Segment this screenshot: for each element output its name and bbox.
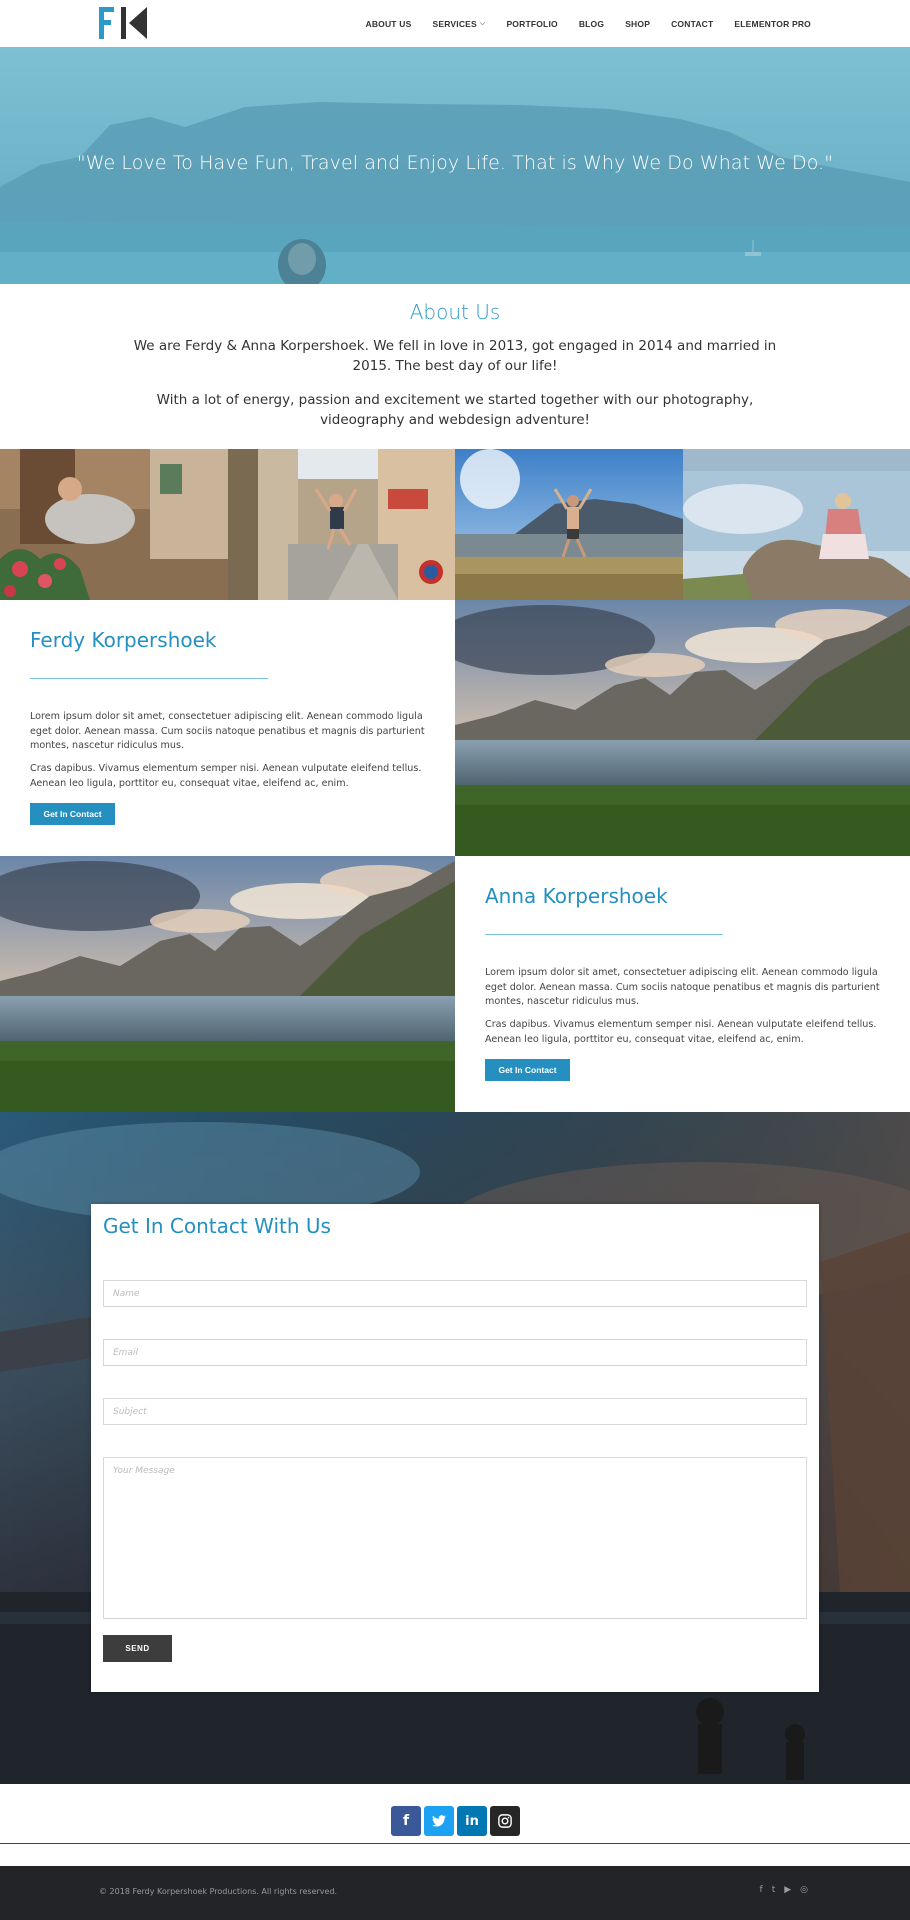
profile-ferdy: Ferdy Korpershoek Lorem ipsum dolor sit … xyxy=(0,600,455,856)
contact-form-card: Get In Contact With Us Name Email Subjec… xyxy=(91,1204,819,1692)
divider xyxy=(0,1843,910,1844)
site-footer: © 2018 Ferdy Korpershoek Productions. Al… xyxy=(0,1866,910,1920)
contact-title: Get In Contact With Us xyxy=(103,1214,331,1238)
nav-label: ABOUT US xyxy=(365,18,412,29)
footer-twitter-icon[interactable]: t xyxy=(772,1885,776,1895)
logo-icon[interactable] xyxy=(99,7,149,39)
footer-instagram-icon[interactable]: ◎ xyxy=(800,1885,808,1895)
get-in-contact-button[interactable]: Get In Contact xyxy=(485,1059,570,1081)
site-header: ABOUT US SERVICES ⌵ PORTFOLIO BLOG SHOP C… xyxy=(0,0,910,47)
about-paragraph: With a lot of energy, passion and excite… xyxy=(156,392,754,428)
divider xyxy=(30,678,268,679)
nav-blog[interactable]: BLOG xyxy=(579,19,604,29)
profile-paragraph: Cras dapibus. Vivamus elementum semper n… xyxy=(485,1019,877,1045)
hero-banner: "We Love To Have Fun, Travel and Enjoy L… xyxy=(0,47,910,284)
nav-services[interactable]: SERVICES ⌵ xyxy=(432,19,485,29)
profile-paragraph: Lorem ipsum dolor sit amet, consectetuer… xyxy=(485,967,880,1007)
nav-label: SERVICES xyxy=(432,18,477,29)
subject-field[interactable]: Subject xyxy=(103,1398,807,1425)
footer-facebook-icon[interactable]: f xyxy=(760,1885,763,1895)
gallery-photo-mountain-jump[interactable] xyxy=(455,449,683,600)
footer-youtube-icon[interactable]: ▶ xyxy=(784,1885,791,1895)
instagram-icon[interactable] xyxy=(490,1806,520,1836)
social-icons: f in xyxy=(391,1806,520,1836)
message-field[interactable]: Your Message xyxy=(103,1457,807,1619)
landscape-photo xyxy=(0,856,455,1112)
profile-paragraph: Cras dapibus. Vivamus elementum semper n… xyxy=(30,763,422,789)
profile-anna: Anna Korpershoek Lorem ipsum dolor sit a… xyxy=(455,856,910,1112)
nav-label: CONTACT xyxy=(671,18,714,29)
gallery-photo-street-jump[interactable] xyxy=(227,449,455,600)
nav-shop[interactable]: SHOP xyxy=(625,19,650,29)
nav-contact[interactable]: CONTACT xyxy=(671,19,713,29)
divider xyxy=(485,934,723,935)
gallery-photo-sea-rock[interactable] xyxy=(682,449,910,600)
copyright-text: © 2018 Ferdy Korpershoek Productions. Al… xyxy=(99,1887,338,1896)
nav-label: ELEMENTOR PRO xyxy=(734,18,811,29)
twitter-icon[interactable] xyxy=(424,1806,454,1836)
nav-elementor-pro[interactable]: ELEMENTOR PRO xyxy=(734,19,811,29)
about-title: About Us xyxy=(409,300,501,324)
landscape-photo xyxy=(455,600,910,856)
send-button[interactable]: SEND xyxy=(103,1635,172,1662)
profile-name: Ferdy Korpershoek xyxy=(30,628,217,652)
about-paragraph: We are Ferdy & Anna Korpershoek. We fell… xyxy=(133,338,777,374)
photo-gallery xyxy=(0,449,910,600)
profile-name: Anna Korpershoek xyxy=(485,884,668,908)
nav-about-us[interactable]: ABOUT US xyxy=(365,19,411,29)
twitter-bird-icon xyxy=(432,1815,446,1827)
nav-portfolio[interactable]: PORTFOLIO xyxy=(506,19,557,29)
profile-paragraph: Lorem ipsum dolor sit amet, consectetuer… xyxy=(30,711,425,751)
chevron-down-icon: ⌵ xyxy=(479,19,486,27)
linkedin-icon[interactable]: in xyxy=(457,1806,487,1836)
main-nav: ABOUT US SERVICES ⌵ PORTFOLIO BLOG SHOP C… xyxy=(344,0,811,47)
nav-label: BLOG xyxy=(578,18,605,29)
footer-social-icons: f t ▶ ◎ xyxy=(760,1885,808,1895)
nav-label: PORTFOLIO xyxy=(506,18,558,29)
facebook-icon[interactable]: f xyxy=(391,1806,421,1836)
nav-label: SHOP xyxy=(625,18,651,29)
name-field[interactable]: Name xyxy=(103,1280,807,1307)
get-in-contact-button[interactable]: Get In Contact xyxy=(30,803,115,825)
gallery-photo-balcony[interactable] xyxy=(0,449,228,600)
hero-quote: "We Love To Have Fun, Travel and Enjoy L… xyxy=(76,152,834,174)
instagram-glyph-icon xyxy=(498,1814,512,1828)
email-field[interactable]: Email xyxy=(103,1339,807,1366)
